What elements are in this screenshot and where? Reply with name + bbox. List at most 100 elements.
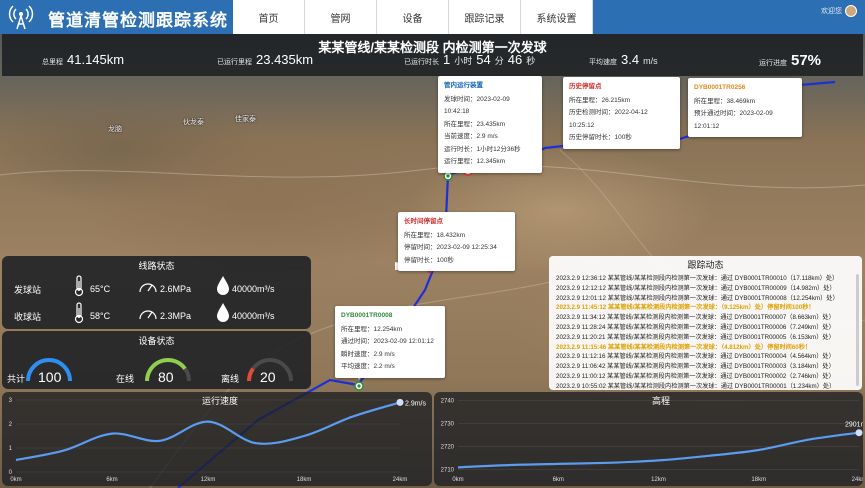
- nav-tracking-records[interactable]: 跟踪记录: [449, 0, 521, 34]
- popup-line: 当前速度：2.9 m/s: [444, 133, 498, 140]
- thermometer-icon: [74, 302, 84, 324]
- station-temperature: 65°C: [90, 284, 111, 294]
- history-stay-popup[interactable]: 历史停留点 所在里程：26.215km 历史检测时间：2022-04-12 10…: [563, 77, 680, 149]
- total-mileage-value: 41.145km: [67, 52, 125, 67]
- elevation-chart-panel: 高程 27102720273027400km6km12km18km24km290…: [434, 392, 863, 486]
- run-time-seconds-unit: 秒: [526, 56, 536, 66]
- total-mileage-stat: 总里程 41.145km: [42, 52, 124, 67]
- panel-title: 设备状态: [138, 336, 175, 346]
- x-tick-label: 6km: [106, 477, 117, 483]
- water-drop-icon: [217, 276, 229, 295]
- popup-line: 瞬时速度：2.9 m/s: [341, 350, 395, 358]
- tracking-log-list[interactable]: 2023.2.9 12:36:12 某某管线/某某检测段内检测第一次发球：通过 …: [556, 274, 858, 392]
- popup-line: 停留时长：100秒: [404, 256, 454, 264]
- x-tick-label: 12km: [201, 477, 216, 483]
- nav-devices[interactable]: 设备: [377, 0, 449, 34]
- nav-pipeline-network[interactable]: 管网: [305, 0, 377, 34]
- y-tick-label: 2730: [441, 421, 455, 427]
- avatar[interactable]: [845, 5, 857, 17]
- device-status-panel: 设备状态 共计 100 在线 80 离线 20: [2, 331, 311, 389]
- scrollbar[interactable]: [856, 274, 859, 386]
- station-name: 发球站: [14, 285, 42, 295]
- long-stay-popup[interactable]: 长时间停留点 所在里程：18.432km 停留时间：2023-02-09 12:…: [398, 212, 515, 271]
- y-tick-label: 1: [9, 446, 13, 452]
- run-mileage-value: 23.435km: [256, 52, 314, 67]
- y-tick-label: 2720: [441, 445, 455, 451]
- offline-label: 离线: [221, 374, 240, 384]
- station-temperature: 58°C: [90, 311, 111, 321]
- y-tick-label: 3: [9, 398, 13, 404]
- x-tick-label: 24km: [852, 477, 863, 483]
- popup-title: 管内运行装置: [444, 82, 483, 89]
- place-label: 龙脑: [108, 126, 122, 133]
- popup-line: 历史检测时间：2022-04-12 10:25:12: [569, 109, 648, 129]
- station-marker-green: [354, 381, 364, 391]
- run-time-hours-unit: 小时: [454, 56, 473, 66]
- data-point: [396, 398, 404, 406]
- run-time-seconds: 46: [507, 52, 523, 67]
- x-tick-label: 12km: [651, 477, 666, 483]
- place-label: 佳家泰: [235, 116, 256, 123]
- popup-line: 历史停留时长：100秒: [569, 134, 632, 141]
- nav-system-settings[interactable]: 系统设置: [521, 0, 593, 34]
- user-greeting: 欢迎您: [821, 8, 842, 15]
- popup-line: 运行里程：12.345km: [444, 158, 506, 165]
- tracking-log-item: 2023.2.9 11:34:12 某某管线/某某检测段内检测第一次发球：通过 …: [556, 314, 835, 322]
- x-tick-label: 18km: [297, 477, 312, 483]
- station-dyb0256-popup[interactable]: DYB0001TR0256 所在里程：38.469km 预计通过时间：2023-…: [688, 78, 802, 137]
- station-flow: 40000m³/s: [232, 284, 275, 294]
- avg-speed-unit: m/s: [643, 56, 658, 66]
- end-value-label: 2.9m/s: [405, 400, 427, 407]
- avg-speed-value: 3.4: [621, 52, 640, 67]
- total-value: 100: [38, 369, 62, 385]
- station-flow: 40000m³/s: [232, 311, 275, 321]
- popup-line: 平均速度：2.2 m/s: [341, 363, 395, 370]
- x-tick-label: 24km: [393, 477, 408, 483]
- tracking-log-item: 2023.2.9 10:55:02 某某管线/某某检测段内检测第一次发球：通过 …: [556, 382, 836, 390]
- thermometer-icon: [74, 275, 84, 297]
- water-drop-icon: [217, 303, 229, 322]
- tracking-log-item: 2023.2.9 11:00:12 某某管线/某某检测段内检测第一次发球：通过 …: [556, 372, 835, 380]
- speed-chart: 0 1 2 3 0km 6km 12km 18km 24km 2.9m/s: [9, 398, 427, 483]
- popup-line: 所在里程：12.254km: [341, 325, 403, 333]
- popup-line: 运行时长：1小时12分36秒: [444, 145, 521, 153]
- tracking-log-item: 2023.2.9 11:12:16 某某管线/某某检测段内检测第一次发球：通过 …: [556, 353, 835, 361]
- offline-value: 20: [260, 369, 276, 385]
- elevation-chart: 2710 2720 2730 2740 0km 6km 12km 18km 24km 2901m: [441, 398, 863, 483]
- x-tick-label: 18km: [751, 477, 766, 483]
- tracking-log-item: 2023.2.9 11:15:46 某某管线/某某检测段内检测第一次发球：（4.…: [556, 343, 812, 351]
- pressure-gauge-icon: [139, 283, 157, 293]
- pressure-gauge-icon: [139, 310, 157, 320]
- x-tick-label: 6km: [553, 477, 564, 483]
- online-label: 在线: [116, 374, 135, 384]
- progress-value: 57%: [791, 52, 822, 69]
- popup-title: 历史停留点: [569, 83, 602, 90]
- data-point: [855, 429, 863, 437]
- tracking-dynamics-panel: 跟踪动态 2023.2.9 12:36:12 某某管线/某某检测段内检测第一次发…: [549, 256, 862, 390]
- popup-line: 发球时间：2023-02-09 10:42:18: [444, 95, 510, 116]
- run-time-label: 已运行时长: [404, 59, 439, 66]
- y-tick-label: 2740: [441, 398, 455, 404]
- progress-stat: 运行进度 57%: [759, 52, 821, 69]
- popup-line: 通过时间：2023-02-09 12:01:12: [341, 338, 434, 345]
- end-value-label: 2901m: [845, 422, 863, 429]
- station-marker-green: [443, 171, 453, 181]
- current-device-popup[interactable]: 管内运行装置 发球时间：2023-02-09 10:42:18 所在里程：23.…: [438, 76, 542, 173]
- nav-home[interactable]: 首页: [233, 0, 305, 34]
- tracking-log-item: 2023.2.9 12:12:12 某某管线/某某检测段内检测第一次发球：通过 …: [556, 284, 836, 292]
- place-label: 伙龙泰: [183, 119, 204, 126]
- tracking-log-item: 2023.2.9 11:28:24 某某管线/某某检测段内检测第一次发球：通过 …: [556, 323, 835, 331]
- user-menu[interactable]: 欢迎您: [821, 5, 857, 17]
- signal-tower-icon: [8, 5, 34, 30]
- online-value: 80: [158, 369, 174, 385]
- run-mileage-stat: 已运行里程 23.435km: [217, 52, 313, 67]
- x-tick-label: 0km: [452, 477, 463, 483]
- popup-line: 预计通过时间：2023-02-09 12:01:12: [694, 110, 773, 130]
- run-time-hours: 1: [443, 52, 451, 67]
- popup-line: 停留时间：2023-02-09 12:25:34: [404, 244, 497, 251]
- station-dyb0008-popup[interactable]: DYB0001TR0008 所在里程：12.254km 通过时间：2023-02…: [335, 306, 445, 378]
- series-line: [457, 431, 860, 469]
- popup-line: 所在里程：18.432km: [404, 231, 466, 239]
- y-tick-label: 2: [9, 422, 13, 428]
- app-header: 管道清管检测跟踪系统 首页 管网 设备 跟踪记录 系统设置 欢迎您: [0, 0, 865, 34]
